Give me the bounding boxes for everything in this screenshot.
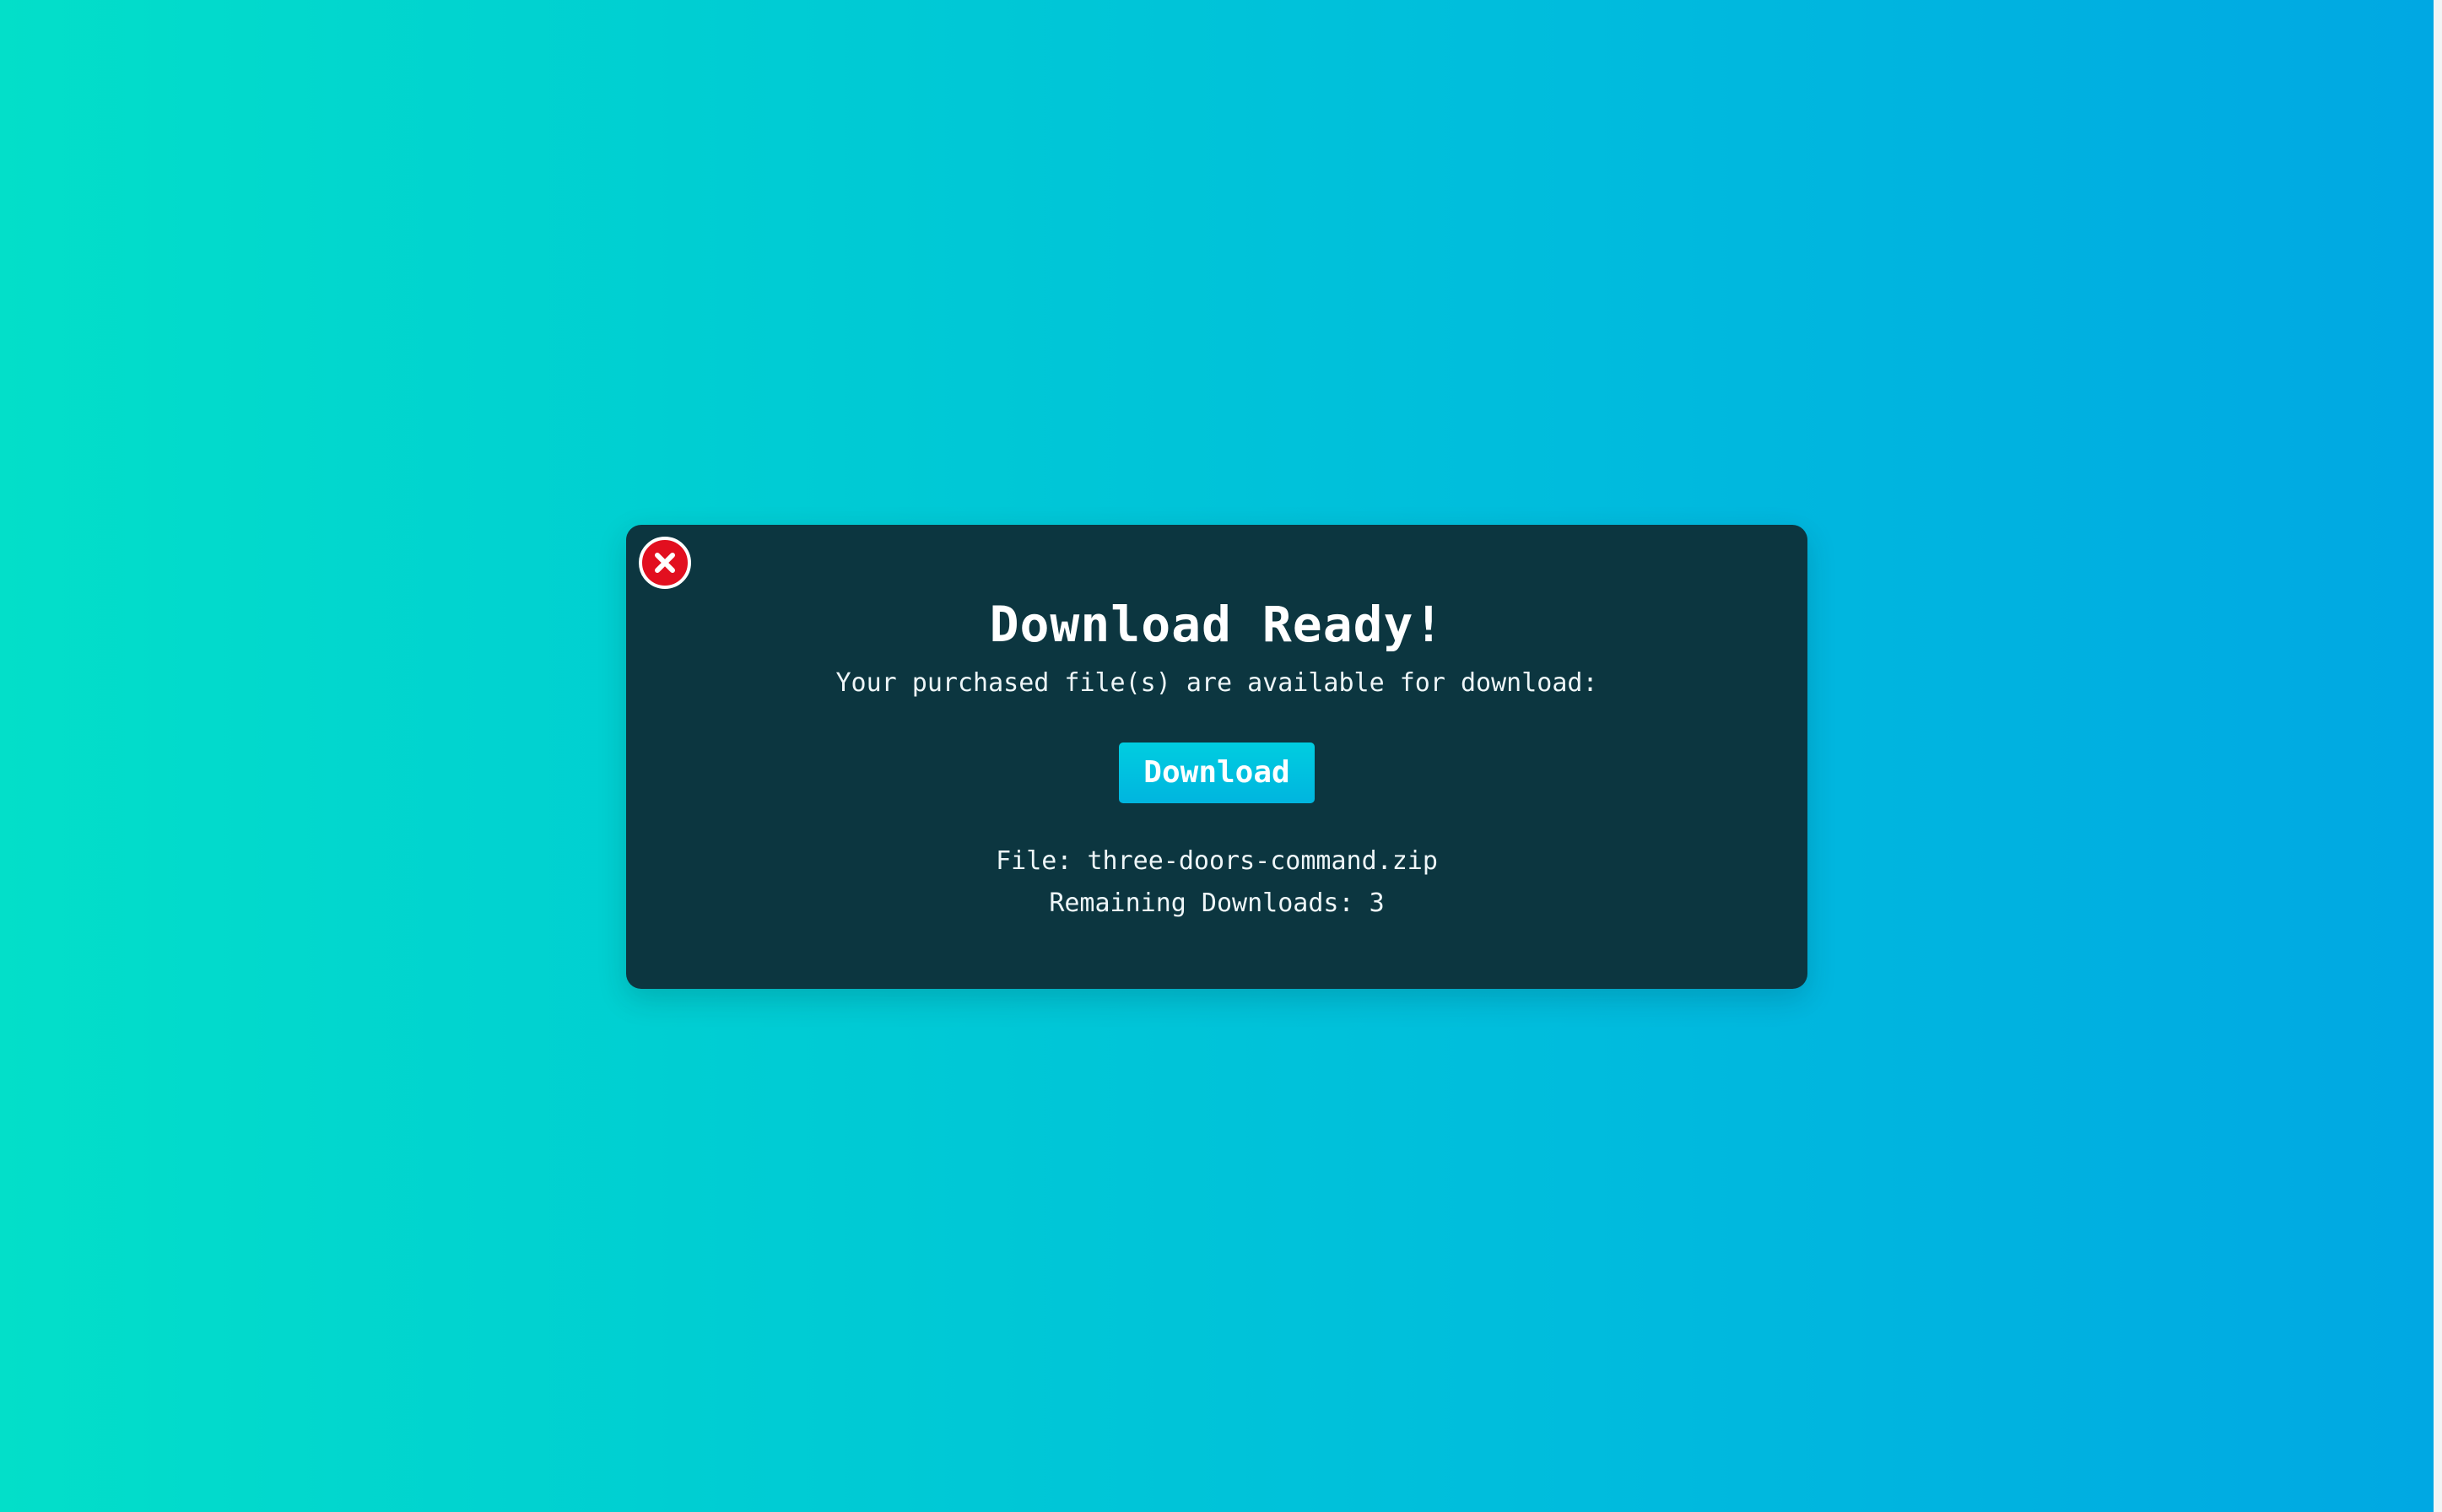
remaining-downloads-text: Remaining Downloads: 3 [1049,888,1385,918]
modal-title: Download Ready! [989,596,1445,653]
close-button[interactable] [639,537,691,589]
close-x-icon [655,553,675,573]
window-scroll-edge [2434,0,2442,1512]
file-info: File: three-doors-command.zip Remaining … [626,840,1807,925]
download-availability-message: Your purchased file(s) are available for… [835,668,1598,698]
download-ready-modal: Download Ready! Your purchased file(s) a… [626,525,1807,989]
file-name-text: File: three-doors-command.zip [996,846,1438,876]
download-button[interactable]: Download [1119,742,1315,803]
